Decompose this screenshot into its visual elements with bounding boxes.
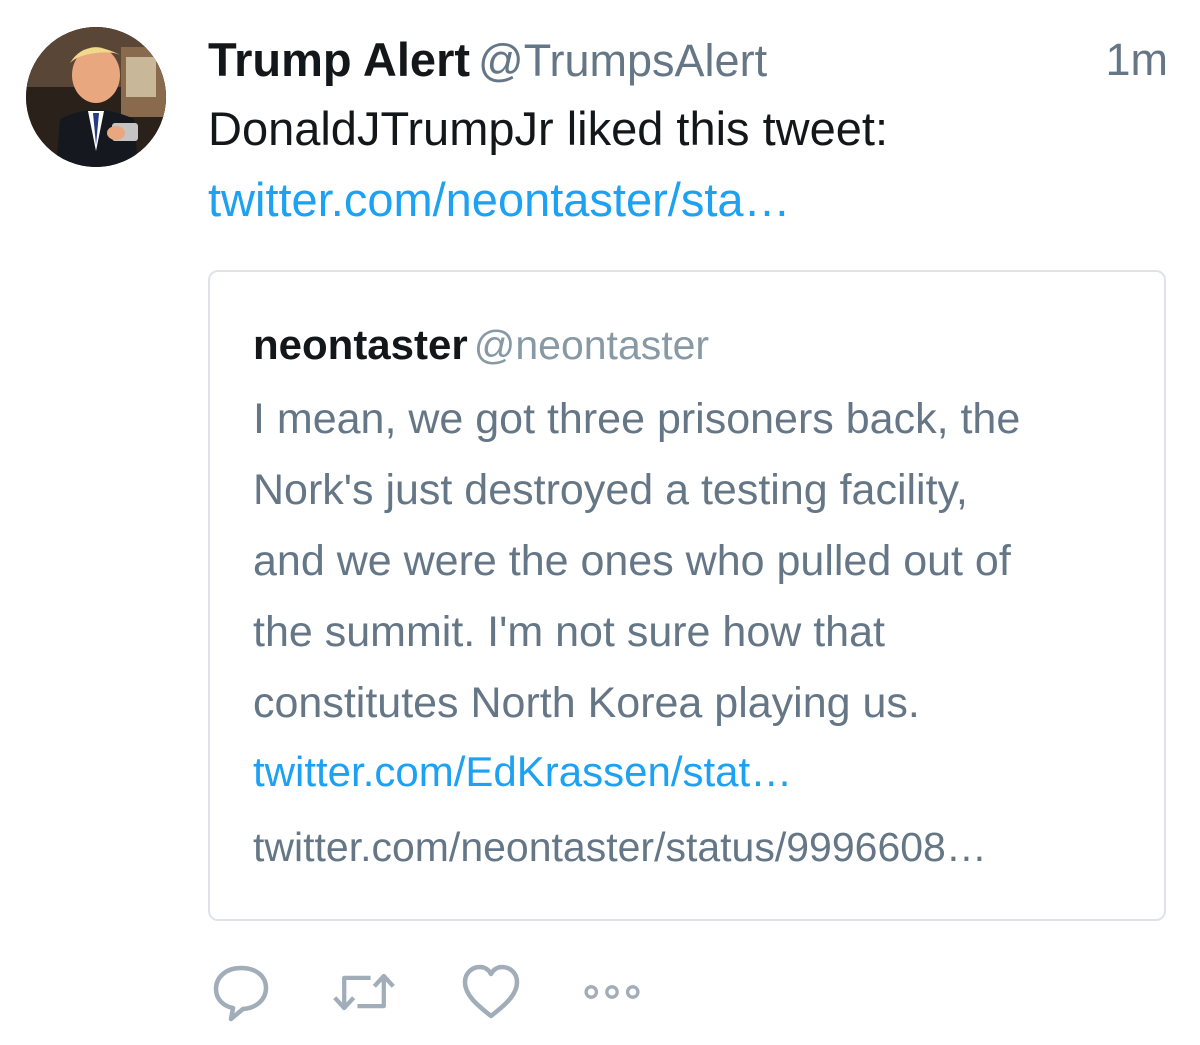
quoted-tweet-url[interactable]: twitter.com/neontaster/status/9996608…: [253, 819, 987, 875]
quoted-author-name: neontaster: [253, 321, 468, 368]
quoted-tweet-link[interactable]: twitter.com/EdKrassen/stat…: [253, 744, 792, 800]
tweet-timestamp[interactable]: 1m: [1105, 30, 1168, 90]
quoted-tweet-card[interactable]: neontaster @neontaster I mean, we got thr…: [208, 270, 1166, 921]
reply-icon: [213, 965, 269, 1022]
quoted-tweet-header: neontaster @neontaster: [253, 317, 709, 383]
retweet-icon: [333, 973, 395, 1011]
more-icon: [584, 985, 640, 999]
more-button[interactable]: [579, 962, 645, 1022]
avatar[interactable]: [26, 27, 166, 167]
retweet-button[interactable]: [331, 962, 397, 1022]
like-button[interactable]: [458, 962, 524, 1022]
quoted-text-line: I mean, we got three prisoners back, the: [253, 395, 1021, 443]
tweet-link[interactable]: twitter.com/neontaster/sta…: [208, 170, 791, 230]
tweet-text: DonaldJTrumpJr liked this tweet:: [208, 102, 889, 155]
quoted-text-line: the summit. I'm not sure how that: [253, 608, 885, 656]
author-name[interactable]: Trump Alert: [208, 33, 470, 86]
quoted-text-line: Nork's just destroyed a testing facility…: [253, 466, 968, 514]
avatar-photo: [26, 27, 166, 167]
reply-button[interactable]: [208, 962, 274, 1022]
like-icon: [462, 964, 520, 1019]
tweet-header: Trump Alert @TrumpsAlert: [208, 30, 767, 90]
quoted-tweet-text: I mean, we got three prisoners back, the…: [253, 384, 1020, 739]
author-handle[interactable]: @TrumpsAlert: [478, 35, 767, 86]
quoted-author-handle: @neontaster: [473, 322, 710, 368]
quoted-text-line: constitutes North Korea playing us.: [253, 679, 920, 727]
quoted-text-line: and we were the ones who pulled out of: [253, 537, 1011, 585]
